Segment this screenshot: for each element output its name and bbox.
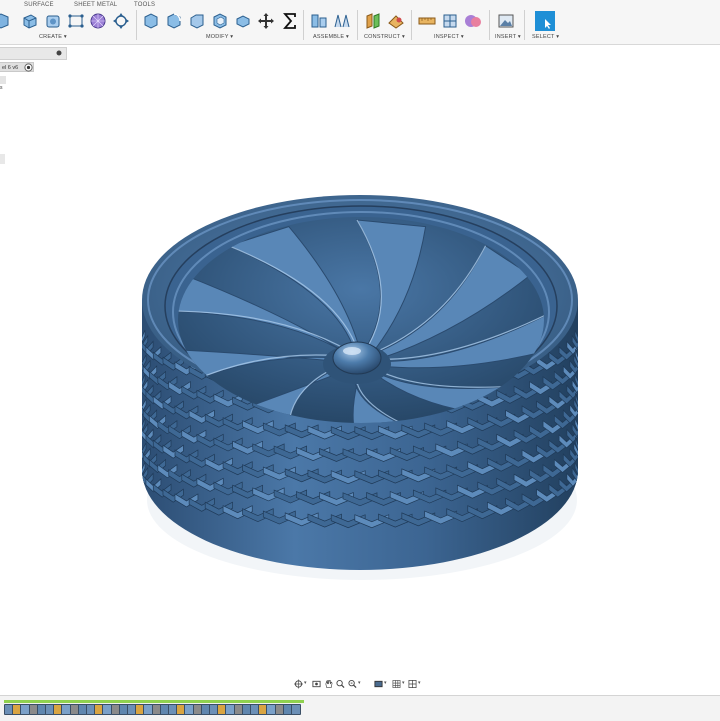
group-create[interactable]: CREATE ▾ [39, 34, 67, 40]
toolbar-separator [489, 10, 490, 40]
as-built-joint-icon[interactable] [333, 12, 351, 30]
group-insert[interactable]: INSERT ▾ [495, 34, 521, 40]
look-at-icon[interactable] [312, 679, 321, 689]
pan-icon[interactable] [324, 679, 333, 689]
mesh-icon[interactable] [89, 12, 107, 30]
group-construct[interactable]: CONSTRUCT ▾ [364, 34, 405, 40]
group-select[interactable]: SELECT ▾ [532, 34, 559, 40]
group-assemble[interactable]: ASSEMBLE ▾ [313, 34, 349, 40]
toolbar-separator [136, 10, 137, 40]
box-icon[interactable] [0, 12, 10, 30]
insert-image-icon[interactable] [497, 12, 515, 30]
form-icon[interactable] [67, 12, 85, 30]
hub-cap [332, 341, 382, 375]
display-mode-icon[interactable] [374, 679, 383, 689]
move-icon[interactable] [257, 12, 275, 30]
joint-icon[interactable] [310, 12, 328, 30]
interference-icon[interactable] [441, 12, 459, 30]
zebra-icon[interactable] [464, 12, 482, 30]
zoom-icon[interactable] [336, 679, 345, 689]
fit-icon[interactable] [348, 679, 357, 689]
radio-icon[interactable] [24, 63, 33, 72]
scale-icon[interactable] [234, 12, 252, 30]
caret-icon[interactable]: ▾ [358, 680, 361, 686]
pin-icon[interactable] [56, 50, 62, 56]
browser-item-label: el 6 v6 [2, 65, 19, 71]
timeline-feature[interactable] [291, 704, 301, 715]
plane-at-angle-icon[interactable] [387, 12, 405, 30]
tab-tools[interactable]: TOOLS [134, 2, 155, 8]
extrude-icon[interactable] [21, 12, 39, 30]
select-icon[interactable] [535, 11, 555, 31]
toolbar-separator [303, 10, 304, 40]
toolbar-separator [357, 10, 358, 40]
timeline-strip [4, 700, 304, 717]
tab-surface[interactable]: SURFACE [24, 2, 54, 8]
browser-panel-header [0, 47, 67, 60]
offset-plane-icon[interactable] [364, 12, 382, 30]
caret-icon[interactable]: ▾ [384, 680, 387, 686]
orbit-icon[interactable] [294, 679, 303, 689]
canvas-viewport[interactable] [0, 44, 720, 694]
sum-icon[interactable] [281, 12, 299, 30]
wheel-model[interactable] [139, 195, 582, 580]
group-modify[interactable]: MODIFY ▾ [206, 34, 233, 40]
caret-icon[interactable]: ▾ [418, 680, 421, 686]
navigation-bar: ▾ ▾ ▾ ▾ ▾ [294, 678, 426, 691]
viewports-icon[interactable] [408, 679, 417, 689]
caret-icon[interactable]: ▾ [402, 680, 405, 686]
timeline-marker[interactable] [4, 700, 304, 703]
tab-sheet-metal[interactable]: SHEET METAL [74, 2, 117, 8]
toolbar-separator [411, 10, 412, 40]
toolbar: SURFACE SHEET METAL TOOLS CREATE ▾ MODIF… [0, 0, 720, 45]
timeline [0, 695, 720, 721]
shell-icon[interactable] [211, 12, 229, 30]
hub-cap-highlight [343, 347, 361, 355]
fillet-icon[interactable] [165, 12, 183, 30]
caret-icon[interactable]: ▾ [304, 680, 307, 686]
browser-item-sub[interactable]: s [0, 76, 6, 91]
revolve-icon[interactable] [112, 12, 130, 30]
sketch-icon[interactable] [44, 12, 62, 30]
toolbar-separator [524, 10, 525, 40]
browser-scroll-marker [0, 154, 5, 164]
group-inspect[interactable]: INSPECT ▾ [434, 34, 464, 40]
measure-icon[interactable] [418, 12, 436, 30]
chamfer-icon[interactable] [188, 12, 206, 30]
grid-icon[interactable] [392, 679, 401, 689]
press-pull-icon[interactable] [142, 12, 160, 30]
